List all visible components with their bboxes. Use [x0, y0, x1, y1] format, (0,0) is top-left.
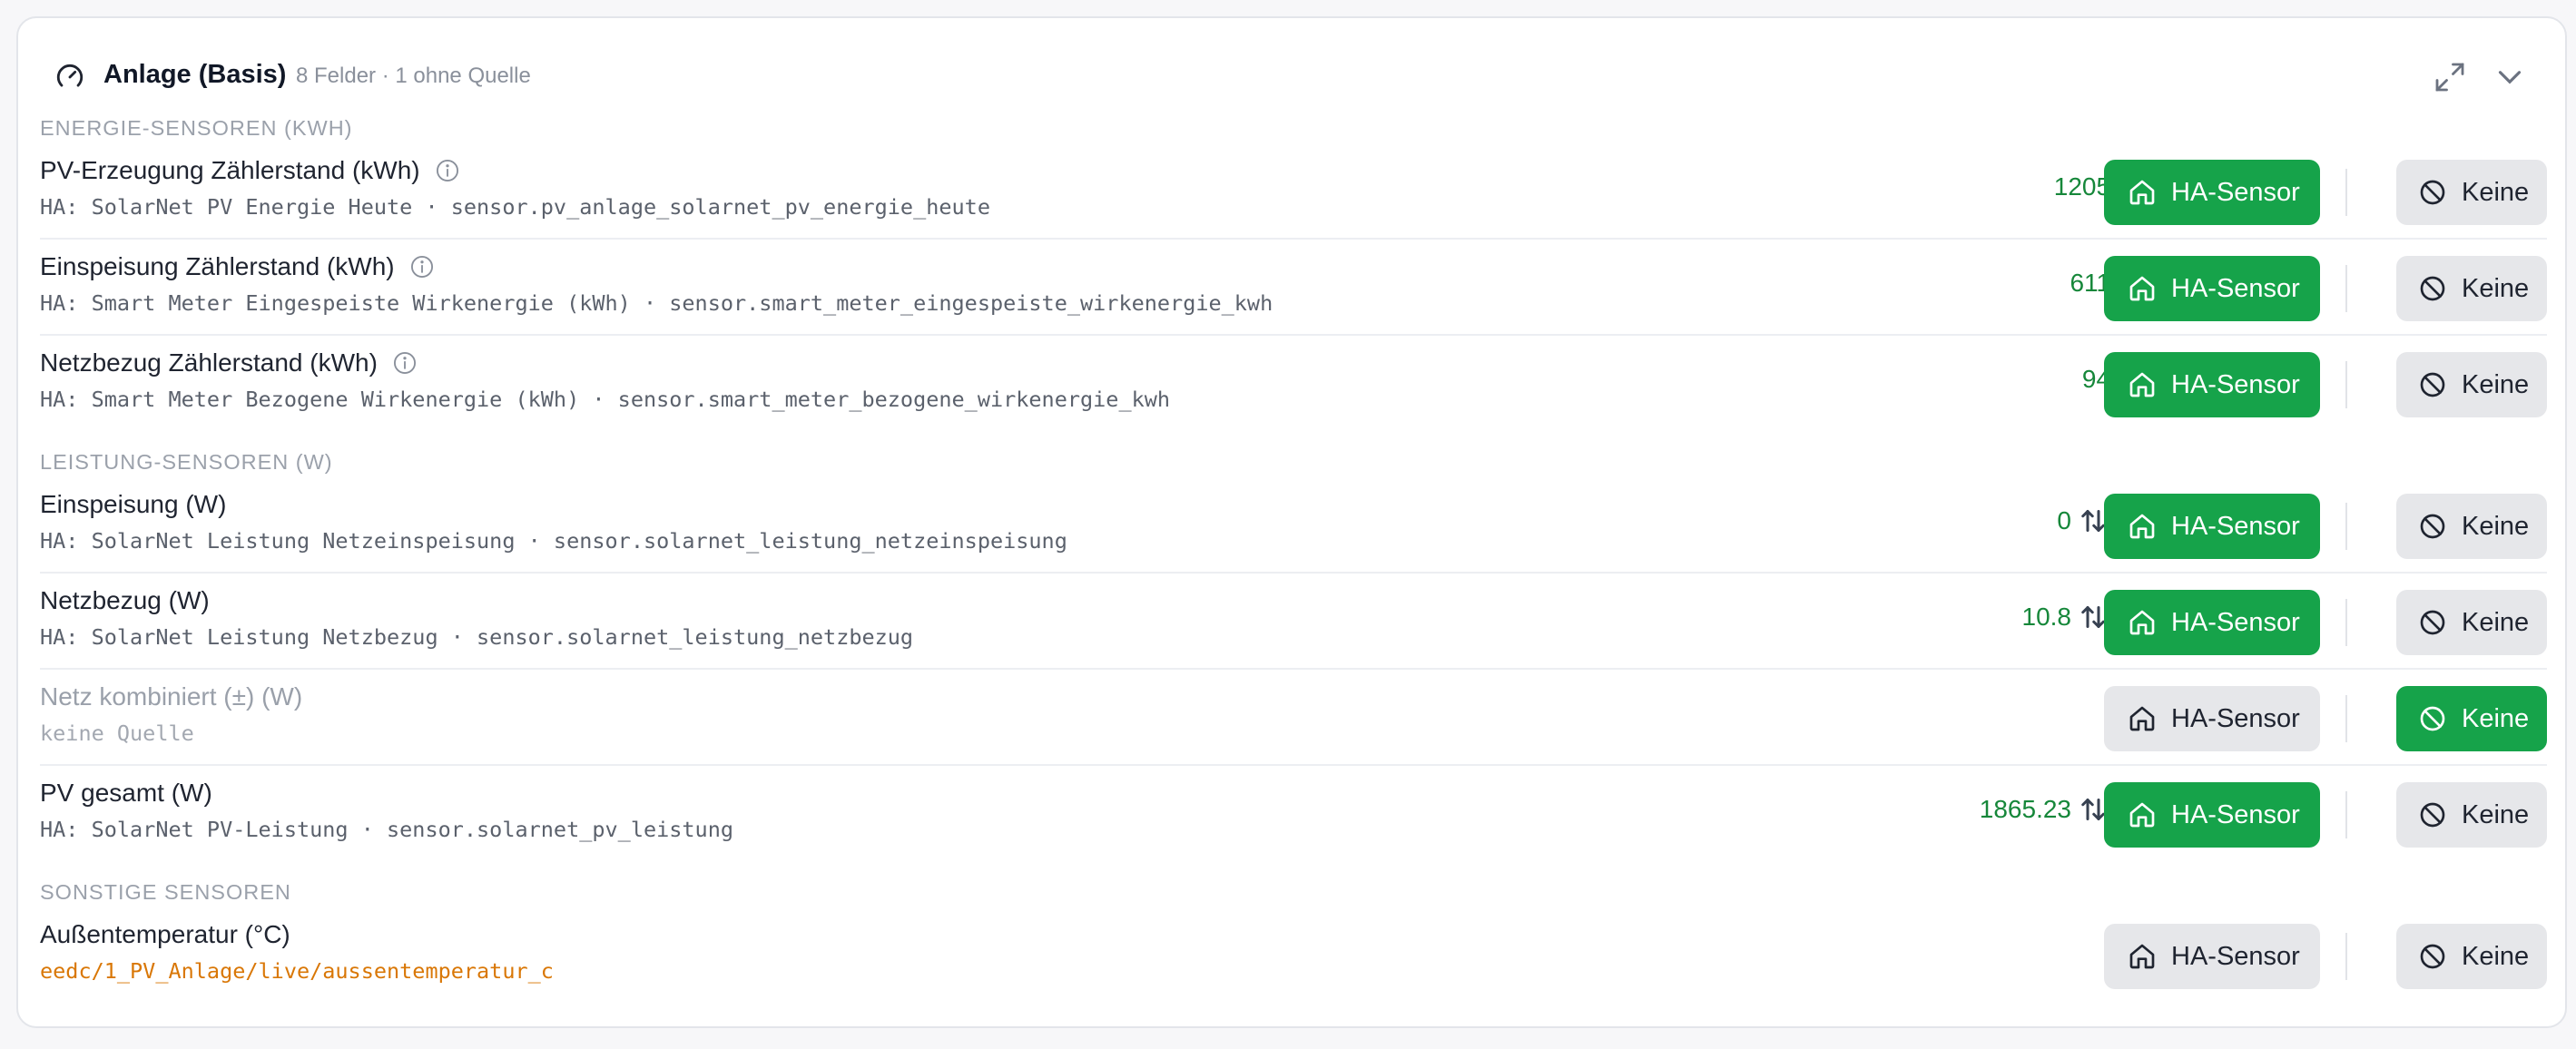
sensor-row: Netzbezug Zählerstand (kWh) HA: Smart Met…: [40, 336, 2547, 432]
home-icon: [2129, 514, 2155, 539]
sensor-row-label: PV-Erzeugung Zählerstand (kWh): [40, 156, 460, 185]
sensor-row-label: Einspeisung Zählerstand (kWh): [40, 252, 435, 281]
home-icon: [2129, 944, 2155, 969]
info-icon[interactable]: [435, 158, 460, 183]
keine-button[interactable]: Keine: [2396, 590, 2547, 655]
ban-icon: [2420, 706, 2445, 731]
sensor-row-label: Außentemperatur (°C): [40, 920, 290, 948]
sensor-row-label: Einspeisung (W): [40, 490, 227, 518]
card-meta: 8 Felder · 1 ohne Quelle: [296, 64, 531, 88]
sensor-row-label: Netz kombiniert (±) (W): [40, 682, 303, 711]
section-label: LEISTUNG-SENSOREN (W): [40, 450, 333, 474]
ban-icon: [2420, 180, 2445, 205]
button-separator: [2345, 599, 2347, 646]
home-icon: [2129, 610, 2155, 635]
section-label: SONSTIGE SENSOREN: [40, 880, 291, 904]
sensor-row-source: HA: Smart Meter Eingespeiste Wirkenergie…: [40, 290, 1273, 316]
button-separator: [2345, 361, 2347, 408]
anlage-card: Anlage (Basis) 8 Felder · 1 ohne Quelle …: [16, 16, 2567, 1028]
section-label: ENERGIE-SENSOREN (KWH): [40, 116, 353, 140]
home-icon: [2129, 276, 2155, 301]
info-icon[interactable]: [409, 254, 435, 279]
gauge-icon: [56, 64, 84, 87]
sensor-row-source: keine Quelle: [40, 721, 194, 746]
ha-sensor-button[interactable]: HA-Sensor: [2104, 160, 2320, 225]
ha-sensor-button[interactable]: HA-Sensor: [2104, 686, 2320, 751]
sensor-row-value: 0: [2057, 506, 2071, 534]
sensor-row: Einspeisung Zählerstand (kWh) HA: Smart M…: [40, 240, 2547, 336]
home-icon: [2129, 180, 2155, 205]
home-icon: [2129, 802, 2155, 828]
info-icon[interactable]: [392, 350, 418, 376]
button-separator: [2345, 265, 2347, 312]
sensor-row: PV gesamt (W) HA: SolarNet PV-Leistung · …: [40, 766, 2547, 862]
sensor-row-source: HA: SolarNet Leistung Netzeinspeisung · …: [40, 528, 1067, 554]
ha-sensor-button[interactable]: HA-Sensor: [2104, 782, 2320, 848]
button-separator: [2345, 169, 2347, 216]
sensor-row: Außentemperatur (°C) eedc/1_PV_Anlage/liv…: [40, 907, 2547, 1004]
sensor-row-value: 1865.23: [1979, 795, 2071, 823]
ban-icon: [2420, 802, 2445, 828]
ha-sensor-button[interactable]: HA-Sensor: [2104, 590, 2320, 655]
ban-icon: [2420, 514, 2445, 539]
sensor-row-label: Netzbezug (W): [40, 586, 210, 614]
chevron-down-icon[interactable]: [2491, 58, 2529, 96]
keine-button[interactable]: Keine: [2396, 686, 2547, 751]
ha-sensor-button[interactable]: HA-Sensor: [2104, 924, 2320, 989]
card-header: Anlage (Basis) 8 Felder · 1 ohne Quelle: [40, 45, 2543, 109]
keine-button[interactable]: Keine: [2396, 352, 2547, 417]
sensor-row: PV-Erzeugung Zählerstand (kWh) HA: SolarN…: [40, 143, 2547, 240]
keine-button[interactable]: Keine: [2396, 256, 2547, 321]
ha-sensor-button[interactable]: HA-Sensor: [2104, 494, 2320, 559]
sensor-row-value: 10.8: [2021, 603, 2072, 631]
keine-button[interactable]: Keine: [2396, 160, 2547, 225]
sensor-row: Netz kombiniert (±) (W)keine Quelle–HA-S…: [40, 670, 2547, 766]
keine-button[interactable]: Keine: [2396, 494, 2547, 559]
expand-icon[interactable]: [2431, 58, 2469, 96]
ha-sensor-button[interactable]: HA-Sensor: [2104, 256, 2320, 321]
home-icon: [2129, 372, 2155, 397]
ban-icon: [2420, 372, 2445, 397]
button-separator: [2345, 503, 2347, 550]
button-separator: [2345, 695, 2347, 742]
sensor-row-source: HA: Smart Meter Bezogene Wirkenergie (kW…: [40, 387, 1171, 412]
sensor-row-label: PV gesamt (W): [40, 779, 212, 807]
home-icon: [2129, 706, 2155, 731]
ban-icon: [2420, 944, 2445, 969]
sensor-row-source: HA: SolarNet PV-Leistung · sensor.solarn…: [40, 817, 734, 842]
ban-icon: [2420, 610, 2445, 635]
card-title: Anlage (Basis): [103, 60, 287, 89]
button-separator: [2345, 933, 2347, 980]
button-separator: [2345, 791, 2347, 838]
keine-button[interactable]: Keine: [2396, 924, 2547, 989]
keine-button[interactable]: Keine: [2396, 782, 2547, 848]
sensor-row: Netzbezug (W) HA: SolarNet Leistung Netzb…: [40, 574, 2547, 670]
sensor-row-source: HA: SolarNet Leistung Netzbezug · sensor…: [40, 624, 914, 650]
sensor-row-label: Netzbezug Zählerstand (kWh): [40, 348, 418, 377]
ban-icon: [2420, 276, 2445, 301]
sensor-row: Einspeisung (W) HA: SolarNet Leistung Net…: [40, 477, 2547, 574]
ha-sensor-button[interactable]: HA-Sensor: [2104, 352, 2320, 417]
sensor-row-source: HA: SolarNet PV Energie Heute · sensor.p…: [40, 194, 990, 220]
sensor-row-source: eedc/1_PV_Anlage/live/aussentemperatur_c: [40, 958, 554, 984]
